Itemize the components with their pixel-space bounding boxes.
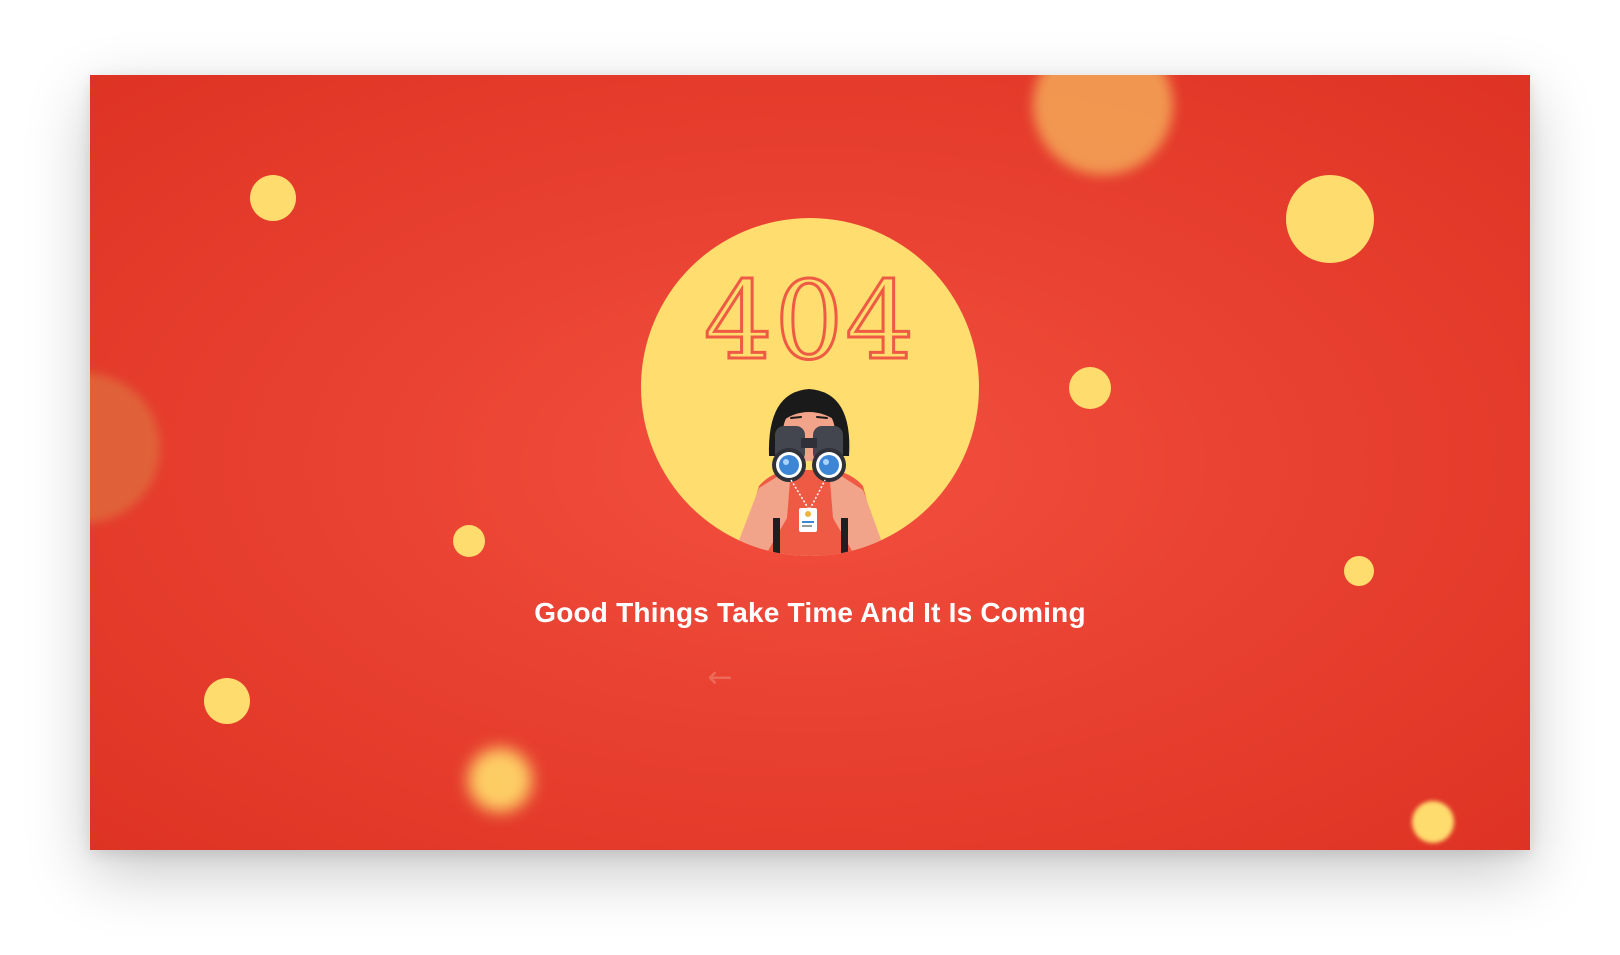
decor-dot [250, 175, 296, 221]
person-with-binoculars-illustration [733, 389, 887, 556]
decor-dot-bottom-right [1412, 801, 1454, 843]
decor-blur-circle-bottom [468, 748, 532, 812]
decor-dot [453, 525, 485, 557]
back-button[interactable]: ← [702, 663, 738, 693]
hero-circle: 404 [641, 218, 979, 556]
decor-dot [1069, 367, 1111, 409]
decor-dot [204, 678, 250, 724]
page-headline: Good Things Take Time And It Is Coming [534, 597, 1086, 628]
arrow-left-icon: ← [707, 660, 733, 695]
decor-blur-circle-left [90, 373, 160, 523]
decor-dot [1286, 175, 1374, 263]
error-page-stage: 404 Good Things Take Time And It Is Comi… [90, 75, 1530, 850]
decor-dot [1344, 556, 1374, 586]
decor-blur-circle-top [1033, 75, 1173, 175]
